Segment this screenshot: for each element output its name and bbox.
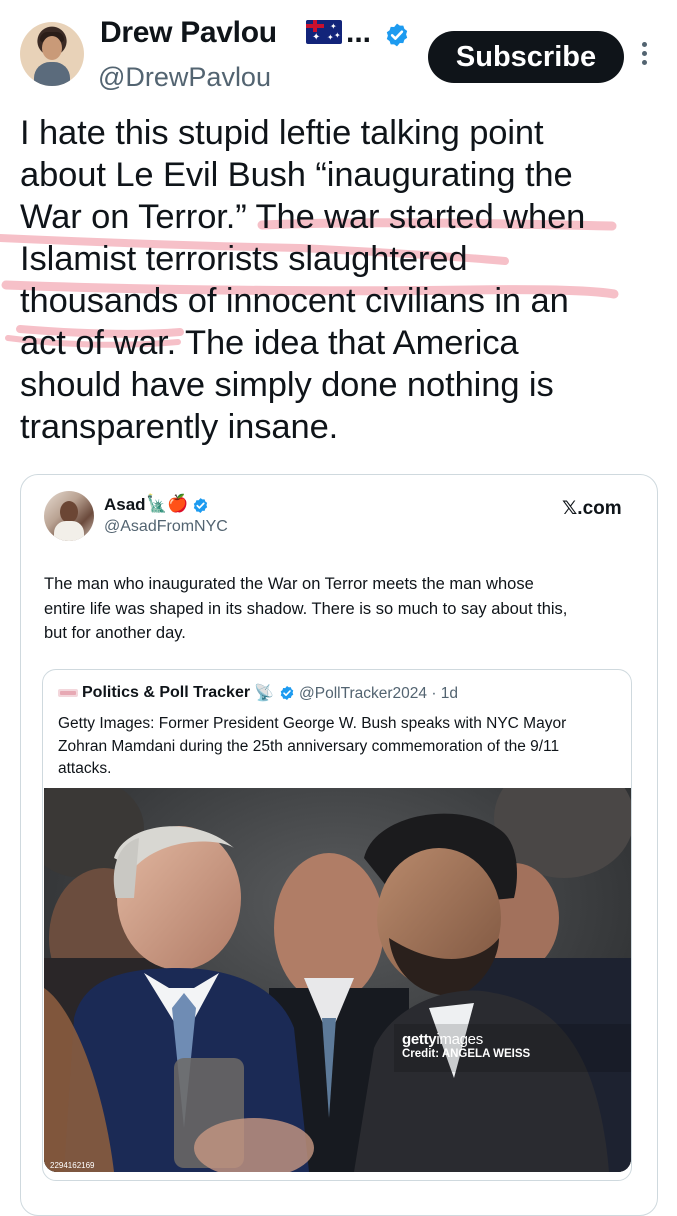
nested-display-name[interactable]: Politics & Poll Tracker [82,684,250,702]
verified-badge-icon [386,23,408,47]
x-com-source-label[interactable]: 𝕏.com [562,497,622,520]
subscribe-button[interactable]: Subscribe [428,31,624,83]
tweet-line: act of war. The idea that America [20,324,519,362]
quoted-tweet-text: The man who inaugurated the War on Terro… [44,572,644,646]
avatar[interactable] [20,22,84,86]
poll-tracker-logo-icon [58,689,78,697]
more-vertical-icon[interactable] [637,38,651,74]
getty-bold: getty [402,1031,437,1048]
user-handle[interactable]: @DrewPavlou [98,62,271,93]
verified-badge-icon [280,686,294,700]
photo-id: 2294162169 [50,1161,95,1170]
tweet-line: transparently insane. [20,408,339,446]
nested-tweet-text: Getty Images: Former President George W.… [58,713,624,781]
quoted-avatar[interactable] [44,491,94,541]
quoted-handle[interactable]: @AsadFromNYC [104,518,228,536]
quoted-display-name[interactable]: Asad [104,495,146,515]
verified-badge-icon [193,498,208,513]
quoted-name-emoji: 🗽🍎 [146,494,188,514]
tweet-line: War on Terror.” The war started when [20,198,586,236]
news-photo[interactable] [44,788,631,1172]
name-ellipsis: ... [346,16,372,49]
tweet-line: I hate this stupid leftie talking point [20,114,544,152]
photo-illustration [44,788,631,1172]
quoted-line: but for another day. [44,624,186,642]
statue-of-liberty-icon: 🗽 [146,494,168,513]
australia-flag-icon: ✦ ✦ ✦ ✦ [306,20,342,44]
nested-line: Getty Images: Former President George W.… [58,715,567,732]
getty-light: images [436,1031,483,1048]
apple-icon: 🍎 [167,494,189,513]
tweet-text: I hate this stupid leftie talking point … [20,112,660,448]
satellite-dish-icon: 📡 [254,685,274,702]
quoted-line: entire life was shaped in its shadow. Th… [44,599,568,618]
display-name[interactable]: Drew Pavlou [100,16,277,50]
getty-images-watermark: gettyimages [402,1031,483,1048]
nested-handle-time[interactable]: @PollTracker2024 · 1d [299,685,458,703]
tweet-line: about Le Evil Bush “inaugurating the [20,156,573,194]
tweet-line: should have simply done nothing is [20,366,554,404]
photo-credit: Credit: ANGELA WEISS [402,1048,531,1060]
nested-line: Zohran Mamdani during the 25th anniversa… [58,737,560,755]
tweet-line: Islamist terrorists slaughtered [20,240,468,278]
tweet-line: thousands of innocent civilians in an [20,282,569,320]
nested-line: attacks. [58,760,112,777]
quoted-line: The man who inaugurated the War on Terro… [44,575,534,593]
